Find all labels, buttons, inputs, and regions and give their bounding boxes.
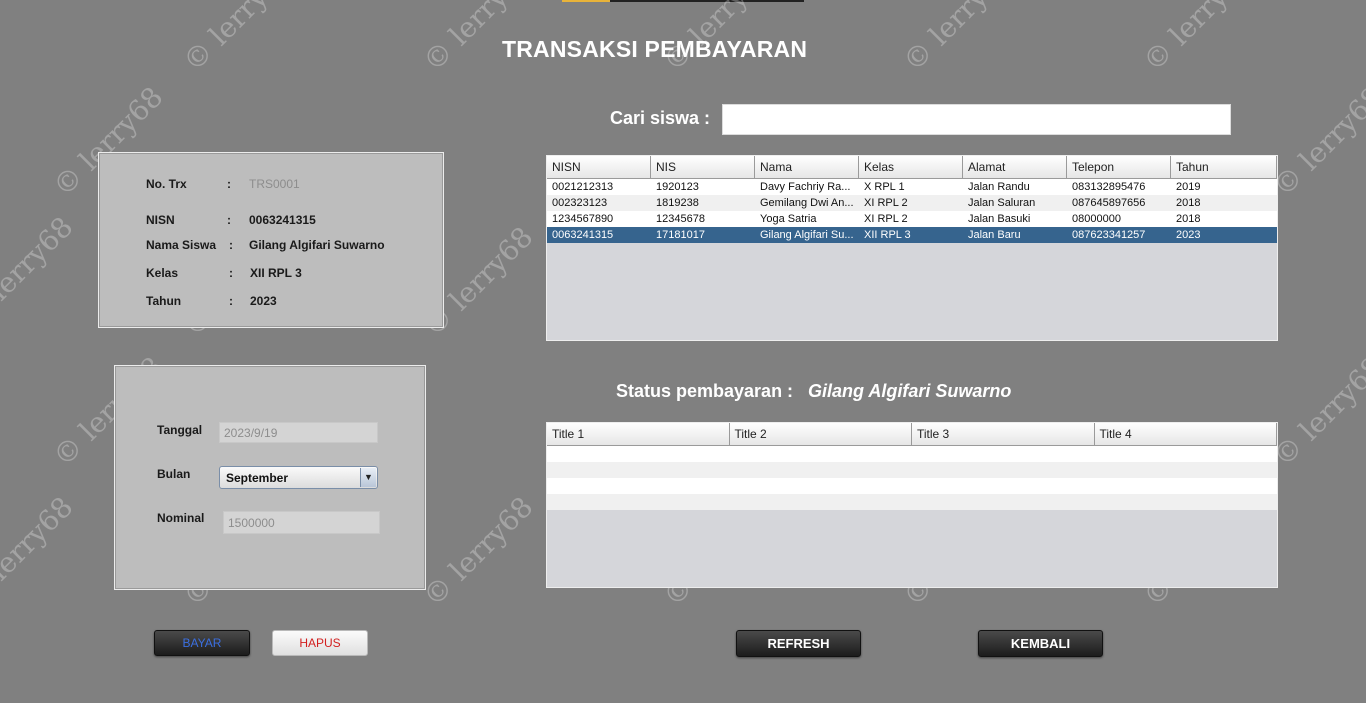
table-cell: 1234567890 (552, 213, 614, 225)
column-header[interactable]: Tahun (1171, 156, 1277, 178)
table-cell: 2018 (1176, 213, 1201, 225)
column-header[interactable]: Nama (755, 156, 859, 178)
watermark: © lerry68 (0, 210, 80, 333)
bulan-selected: September (226, 471, 289, 485)
table-cell: 1920123 (656, 181, 699, 193)
kelas-value: XII RPL 3 (250, 266, 302, 280)
nama-label: Nama Siswa (146, 238, 217, 252)
nisn-value: 0063241315 (249, 213, 316, 227)
students-table-header: NISN NIS Nama Kelas Alamat Telepon Tahun (547, 156, 1277, 179)
window-top-strip (562, 0, 804, 2)
table-cell: XI RPL 2 (864, 197, 908, 209)
table-cell: 083132895476 (1072, 181, 1146, 193)
column-header[interactable]: NISN (547, 156, 651, 178)
watermark: © lerry68 (1266, 80, 1366, 203)
column-header[interactable]: Alamat (963, 156, 1067, 178)
kembali-button[interactable]: KEMBALI (978, 630, 1103, 657)
watermark: © lerry68 (0, 490, 80, 613)
column-header[interactable]: Telepon (1067, 156, 1171, 178)
table-cell: XII RPL 3 (864, 229, 911, 241)
table-cell: 2018 (1176, 197, 1201, 209)
status-label: Status pembayaran : (616, 381, 794, 401)
bulan-label: Bulan (157, 467, 191, 481)
table-cell: Gilang Algifari Su... (760, 229, 854, 241)
table-row[interactable]: 1234567890 12345678 Yoga Satria XI RPL 2 Jal… (547, 211, 1277, 227)
payment-status-table-body (547, 446, 1277, 510)
table-row[interactable] (547, 494, 1277, 510)
table-cell: 0021212313 (552, 181, 614, 193)
table-cell: Davy Fachriy Ra... (760, 181, 851, 193)
table-cell: Jalan Basuki (968, 213, 1031, 225)
column-header[interactable]: NIS (651, 156, 755, 178)
hapus-button[interactable]: HAPUS (272, 630, 368, 656)
students-table[interactable]: NISN NIS Nama Kelas Alamat Telepon Tahun 00212… (546, 155, 1278, 341)
table-row[interactable]: 0063241315 17181017 Gilang Algifari Su... X… (547, 227, 1277, 243)
column-header[interactable]: Title 1 (547, 423, 730, 445)
table-cell: 2019 (1176, 181, 1201, 193)
colon: : (229, 238, 233, 252)
table-row[interactable]: 0021212313 1920123 Davy Fachriy Ra... X RPL… (547, 179, 1277, 195)
watermark: © lerry68 (176, 0, 300, 78)
watermark: © lerry68 (1136, 0, 1260, 78)
table-cell: Gemilang Dwi An... (760, 197, 854, 209)
colon: : (227, 213, 231, 227)
table-cell: 087623341257 (1072, 229, 1146, 241)
table-cell: 0063241315 (552, 229, 614, 241)
table-cell: Yoga Satria (760, 213, 817, 225)
table-cell: Jalan Saluran (968, 197, 1036, 209)
students-table-body: 0021212313 1920123 Davy Fachriy Ra... X RPL… (547, 179, 1277, 243)
table-cell: XI RPL 2 (864, 213, 908, 225)
notrx-value: TRS0001 (249, 177, 300, 191)
table-row[interactable] (547, 446, 1277, 462)
table-row[interactable]: 002323123 1819238 Gemilang Dwi An... XI RPL… (547, 195, 1277, 211)
column-header[interactable]: Title 3 (912, 423, 1095, 445)
status-student-name: Gilang Algifari Suwarno (808, 381, 1012, 401)
table-cell: 17181017 (656, 229, 705, 241)
top-accent (562, 0, 610, 2)
table-cell: X RPL 1 (864, 181, 905, 193)
search-input[interactable] (722, 104, 1231, 135)
watermark: © lerry68 (896, 0, 1020, 78)
colon: : (229, 294, 233, 308)
table-cell: 087645897656 (1072, 197, 1146, 209)
column-header[interactable]: Kelas (859, 156, 963, 178)
notrx-label: No. Trx (146, 177, 187, 191)
watermark: © lerry68 (1266, 350, 1366, 473)
payment-status-table-header: Title 1 Title 2 Title 3 Title 4 (547, 423, 1277, 446)
nisn-label: NISN (146, 213, 175, 227)
table-cell: 1819238 (656, 197, 699, 209)
table-cell: 08000000 (1072, 213, 1121, 225)
tahun-label: Tahun (146, 294, 182, 308)
nama-value: Gilang Algifari Suwarno (249, 238, 385, 252)
tanggal-field[interactable]: 2023/9/19 (219, 422, 378, 443)
bulan-select[interactable]: September ▼ (219, 466, 378, 489)
table-row[interactable] (547, 462, 1277, 478)
bayar-button[interactable]: BAYAR (154, 630, 250, 656)
nominal-field[interactable]: 1500000 (223, 511, 380, 534)
tanggal-label: Tanggal (157, 423, 203, 437)
refresh-button[interactable]: REFRESH (736, 630, 861, 657)
table-cell: 2023 (1176, 229, 1201, 241)
nominal-label: Nominal (157, 511, 205, 525)
payment-status-table[interactable]: Title 1 Title 2 Title 3 Title 4 (546, 422, 1278, 588)
page-title: TRANSAKSI PEMBAYARAN (502, 36, 808, 62)
colon: : (229, 266, 233, 280)
student-info-panel: No. Trx : TRS0001 NISN : 0063241315 Nama… (98, 152, 444, 328)
table-cell: Jalan Randu (968, 181, 1030, 193)
chevron-down-icon[interactable]: ▼ (360, 468, 376, 487)
search-label: Cari siswa : (610, 108, 711, 128)
tahun-value: 2023 (250, 294, 277, 308)
watermark: © lerry68 (416, 490, 540, 613)
column-header[interactable]: Title 4 (1095, 423, 1277, 445)
column-header[interactable]: Title 2 (730, 423, 912, 445)
colon: : (227, 177, 231, 191)
kelas-label: Kelas (146, 266, 179, 280)
table-row[interactable] (547, 478, 1277, 494)
table-cell: Jalan Baru (968, 229, 1021, 241)
table-cell: 12345678 (656, 213, 705, 225)
payment-form-panel: Tanggal 2023/9/19 Bulan September ▼ Nomi… (114, 365, 426, 590)
table-cell: 002323123 (552, 197, 608, 209)
